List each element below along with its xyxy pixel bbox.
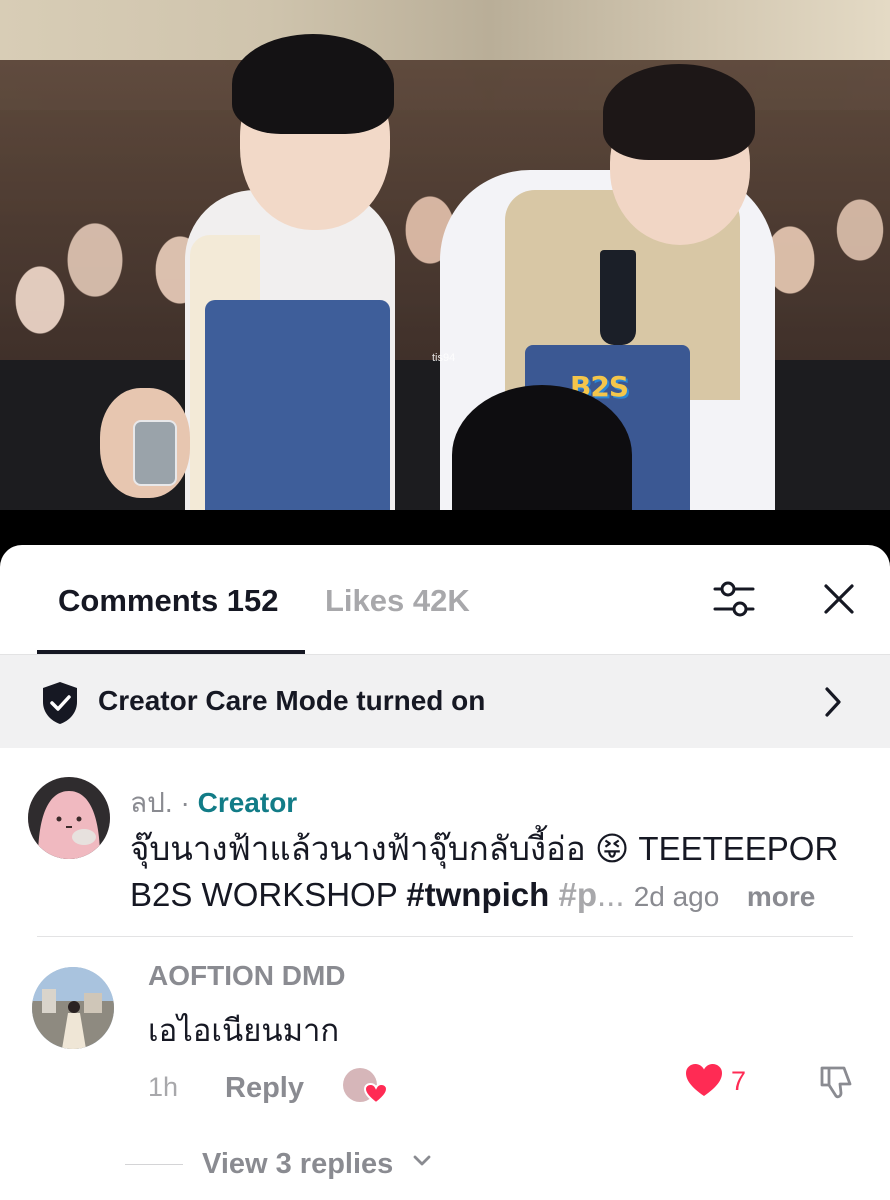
chevron-right-icon <box>825 687 841 717</box>
like-count: 7 <box>731 1066 747 1096</box>
dislike-icon <box>820 1066 852 1099</box>
replies-connector-line <box>125 1164 183 1165</box>
caption-time: 2d ago <box>633 881 720 912</box>
fan-phone <box>133 420 177 486</box>
view-replies-button[interactable]: View 3 replies <box>202 1148 393 1181</box>
close-icon <box>824 584 854 614</box>
filter-button[interactable] <box>710 575 758 623</box>
chevron-down-icon <box>413 1155 431 1166</box>
person-left-apron <box>205 300 390 510</box>
creator-username[interactable]: ลป. <box>130 787 173 818</box>
creator-badge: Creator <box>197 787 298 818</box>
shield-check-icon <box>43 682 77 724</box>
photo-avatar <box>32 967 114 1049</box>
sheet-tabs: Comments 152 Likes 42K <box>0 545 890 655</box>
hashtag-link[interactable]: #twnpich <box>406 876 549 913</box>
comments-sheet: Comments 152 Likes 42K Creator Care Mode… <box>0 545 890 1200</box>
comment-time: 1h <box>148 1072 179 1102</box>
creator-care-banner[interactable]: Creator Care Mode turned on <box>0 655 890 748</box>
caption-header: ลป. · Creator <box>130 781 297 825</box>
filter-sliders-icon <box>713 581 755 617</box>
caption-ellipsis: ... <box>597 876 625 913</box>
like-button[interactable] <box>684 1062 724 1103</box>
comment-text: เอไอเนียนมาก <box>148 1013 340 1048</box>
video-watermark: tis94 <box>432 352 456 364</box>
person-right-tie <box>600 250 636 345</box>
creator-liked-heart-icon <box>364 1083 388 1105</box>
commenter-username[interactable]: AOFTION DMD <box>148 960 346 992</box>
more-button[interactable]: more <box>747 881 815 912</box>
tab-likes[interactable]: Likes 42K <box>325 583 470 619</box>
divider <box>37 936 853 937</box>
dislike-button[interactable] <box>816 1062 856 1107</box>
caption-line-2: B2S WORKSHOP <box>130 876 407 913</box>
creator-avatar[interactable] <box>28 777 110 859</box>
caption-line-1: จุ๊บนางฟ้าแล้วนางฟ้าจุ๊บกลับงี้อ่อ 😝 TEE… <box>130 830 839 867</box>
person-right-hair <box>603 64 755 160</box>
pink-character-avatar <box>28 777 110 859</box>
heart-icon <box>686 1064 722 1096</box>
creator-care-text: Creator Care Mode turned on <box>98 685 486 716</box>
commenter-avatar[interactable] <box>32 967 114 1049</box>
hashtag-truncated[interactable]: #p <box>549 876 597 913</box>
video-player[interactable]: B2S tis94 <box>0 0 890 510</box>
tab-comments[interactable]: Comments 152 <box>58 583 279 619</box>
close-button[interactable] <box>815 575 863 623</box>
caption-text: จุ๊บนางฟ้าแล้วนางฟ้าจุ๊บกลับงี้อ่อ 😝 TEE… <box>130 826 850 920</box>
person-left-hair <box>232 34 394 134</box>
active-tab-indicator <box>37 650 305 654</box>
reply-button[interactable]: Reply <box>225 1072 304 1105</box>
name-separator: · <box>172 787 198 818</box>
